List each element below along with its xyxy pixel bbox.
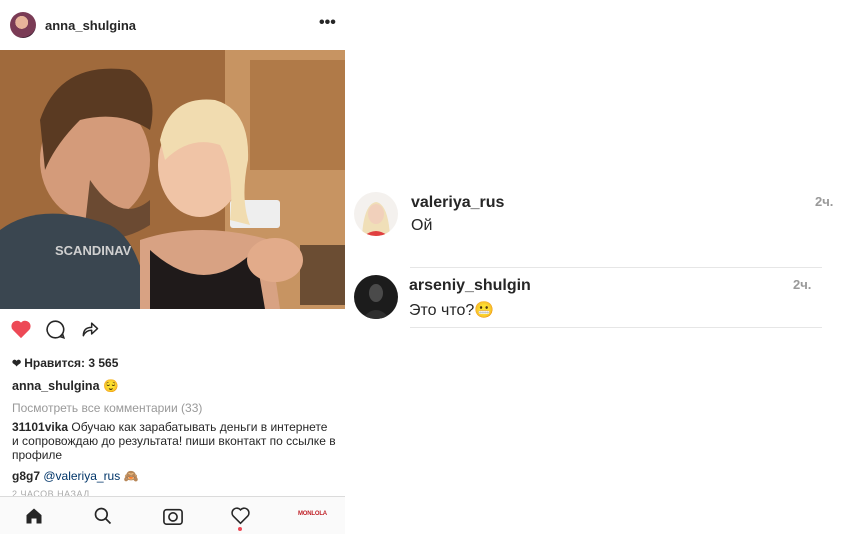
likes-text: Нравится: 3 565 bbox=[24, 356, 119, 370]
comment-item: 31101vika Обучаю как зарабатывать деньги… bbox=[12, 420, 337, 462]
post-username[interactable]: anna_shulgina bbox=[45, 18, 136, 33]
likes-count[interactable]: ❤ Нравится: 3 565 bbox=[12, 356, 118, 370]
comment-username[interactable]: arseniy_shulgin bbox=[409, 277, 531, 295]
post-photo[interactable]: SCANDINAV bbox=[0, 50, 345, 309]
comment-row: arseniy_shulgin Это что?😬 2ч. bbox=[352, 272, 832, 324]
comment-item: g8g7 @valeriya_rus 🙈 bbox=[12, 469, 337, 483]
photo-illustration: SCANDINAV bbox=[0, 50, 345, 309]
camera-icon[interactable] bbox=[162, 506, 184, 531]
instagram-post: anna_shulgina ••• SCANDINAV ❤ Нравится: … bbox=[0, 0, 345, 534]
comment-mention[interactable]: @valeriya_rus bbox=[43, 469, 120, 483]
svg-text:SCANDINAV: SCANDINAV bbox=[55, 243, 132, 258]
divider bbox=[410, 267, 822, 268]
share-icon[interactable] bbox=[80, 319, 100, 344]
post-actions bbox=[0, 309, 345, 349]
caption-username[interactable]: anna_shulgina bbox=[12, 379, 100, 393]
avatar[interactable] bbox=[354, 192, 398, 236]
comment-icon[interactable] bbox=[45, 319, 66, 345]
post-header: anna_shulgina ••• bbox=[0, 0, 345, 50]
notification-dot bbox=[238, 527, 242, 531]
comment-emoji: 🙈 bbox=[123, 469, 139, 483]
post-caption: anna_shulgina 😌 bbox=[12, 379, 119, 394]
comment-username[interactable]: valeriya_rus bbox=[411, 194, 504, 212]
comment-text: Ой bbox=[411, 217, 433, 234]
search-icon[interactable] bbox=[93, 506, 113, 531]
small-heart-icon: ❤ bbox=[12, 358, 22, 370]
caption-emoji: 😌 bbox=[103, 379, 119, 393]
comment-text: Это что?😬 bbox=[409, 302, 495, 319]
comment-time: 2ч. bbox=[815, 194, 834, 209]
view-all-comments-link[interactable]: Посмотреть все комментарии (33) bbox=[12, 401, 202, 415]
profile-tab-logo[interactable]: MONLOLA bbox=[298, 511, 327, 517]
comment-username[interactable]: g8g7 bbox=[12, 469, 40, 483]
divider bbox=[410, 327, 822, 328]
more-options-icon[interactable]: ••• bbox=[319, 14, 336, 32]
comment-time: 2ч. bbox=[793, 277, 812, 292]
bottom-tab-bar: MONLOLA bbox=[0, 496, 345, 534]
avatar[interactable] bbox=[10, 12, 36, 38]
heart-icon[interactable] bbox=[10, 319, 32, 344]
home-icon[interactable] bbox=[24, 506, 44, 531]
avatar[interactable] bbox=[354, 275, 398, 319]
comment-row: valeriya_rus Ой 2ч. bbox=[352, 190, 834, 240]
comment-username[interactable]: 31101vika bbox=[12, 420, 68, 434]
